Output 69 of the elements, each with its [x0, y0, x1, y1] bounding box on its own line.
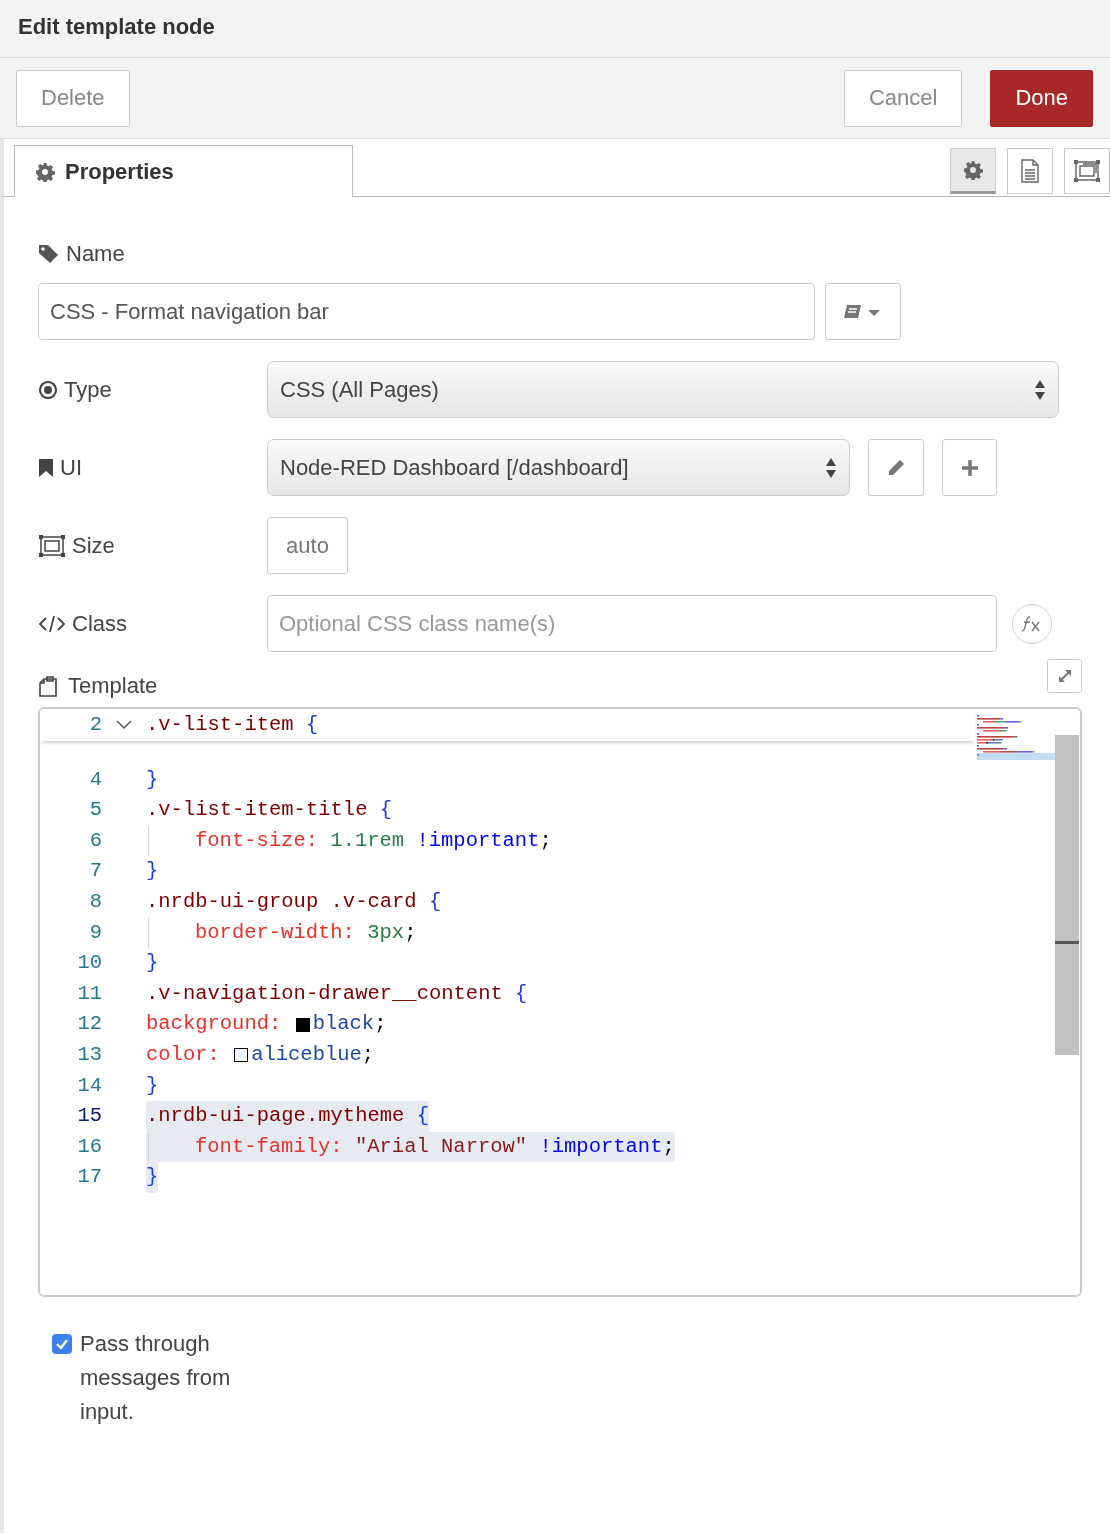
select-arrows-icon: [1034, 378, 1046, 401]
gear-icon: [35, 161, 55, 182]
class-field[interactable]: Optional CSS class name(s): [267, 595, 997, 652]
line-number: 8: [88, 888, 102, 915]
code-line: }: [146, 766, 159, 793]
size-button[interactable]: auto: [267, 517, 348, 574]
code-line: background: black;: [146, 1011, 387, 1038]
line-number: 11: [76, 980, 102, 1007]
line-number: 15: [76, 1103, 102, 1130]
line-number: 4: [88, 766, 102, 793]
fold-chevron-icon[interactable]: [116, 720, 132, 731]
plus-icon: [960, 458, 979, 477]
line-number: 7: [88, 858, 102, 885]
radio-icon: [38, 379, 58, 400]
name-label: Name: [66, 241, 125, 267]
line-number: 9: [88, 919, 102, 946]
pencil-icon: [886, 457, 906, 478]
code-line: .nrdb-ui-group .v-card {: [146, 888, 442, 915]
gear-icon: [963, 159, 983, 180]
resize-frame-icon: [38, 533, 66, 558]
edit-button[interactable]: [868, 439, 924, 496]
line-number: 2: [88, 712, 102, 738]
name-field[interactable]: CSS - Format navigation bar: [38, 283, 815, 340]
properties-tab[interactable]: Properties: [14, 145, 353, 197]
done-button[interactable]: Done: [990, 69, 1093, 127]
expand-button[interactable]: [1047, 659, 1082, 693]
expression-button[interactable]: [1012, 603, 1052, 644]
pass-through-label: Pass through messages from input.: [80, 1330, 232, 1426]
delete-button[interactable]: Delete: [16, 69, 130, 127]
tag-icon: [38, 244, 60, 264]
line-number: 12: [76, 1011, 102, 1038]
check-icon: [55, 1338, 69, 1350]
code-line: .v-list-item {: [146, 712, 319, 738]
code-line: font-size: 1.1rem !important;: [146, 825, 552, 857]
code-line: }: [146, 950, 159, 977]
code-line: }: [146, 858, 159, 885]
dialog-title: Edit template node: [17, 13, 216, 41]
code-icon: [38, 614, 66, 633]
line-number: 16: [76, 1133, 102, 1160]
code-line: .v-list-item-title {: [146, 797, 393, 824]
code-line: }: [146, 1072, 159, 1099]
class-label: Class: [72, 610, 127, 637]
pass-through-checkbox[interactable]: [52, 1334, 72, 1354]
ui-label: UI: [60, 454, 82, 481]
code-line: color: aliceblue;: [146, 1041, 375, 1068]
code-line: .v-navigation-drawer__content {: [146, 980, 528, 1007]
line-number: 14: [76, 1072, 102, 1099]
cancel-button[interactable]: Cancel: [843, 69, 963, 127]
line-number: 5: [88, 797, 102, 824]
line-number: 6: [88, 827, 102, 854]
frame-icon: [1073, 158, 1101, 183]
line-number: 17: [76, 1164, 102, 1191]
line-number: 10: [76, 950, 102, 977]
template-label: Template: [68, 673, 158, 699]
document-tab-button[interactable]: [1007, 147, 1053, 194]
type-label: Type: [64, 376, 112, 403]
size-label: Size: [72, 532, 115, 559]
document-icon: [1021, 158, 1039, 183]
add-button[interactable]: [942, 439, 997, 496]
code-line: border-width: 3px;: [146, 917, 417, 949]
type-select[interactable]: CSS (All Pages): [267, 361, 1059, 418]
library-dropdown-button[interactable]: [825, 283, 901, 340]
gear-tab-button[interactable]: [950, 147, 996, 194]
bookmark-icon: [38, 457, 54, 478]
ui-select[interactable]: Node-RED Dashboard [/dashboard]: [267, 439, 850, 496]
frame-tab-button[interactable]: [1064, 147, 1110, 194]
scrollbar[interactable]: [1055, 735, 1079, 1055]
line-number: 13: [76, 1041, 102, 1068]
select-arrows-icon: [825, 456, 837, 479]
